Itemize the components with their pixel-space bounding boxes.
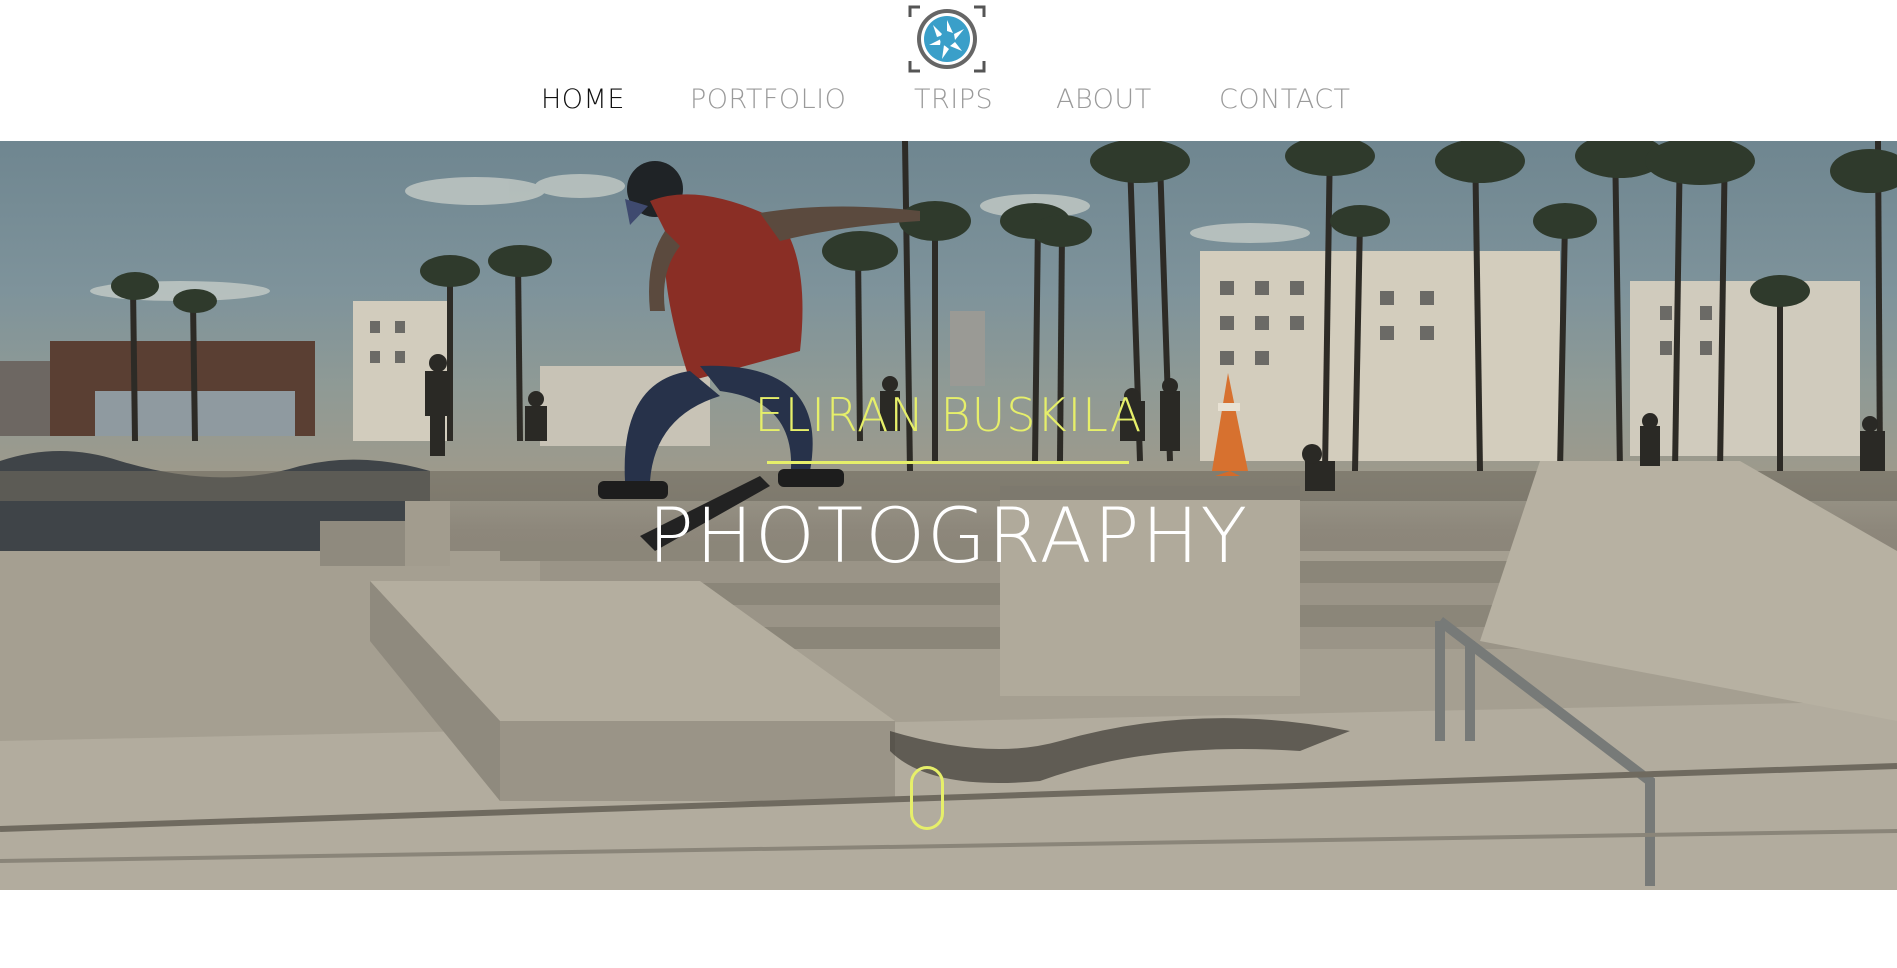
hero-title-subtitle: PHOTOGRAPHY xyxy=(647,491,1250,580)
camera-aperture-icon[interactable] xyxy=(906,3,988,75)
nav-item-home[interactable]: HOME xyxy=(541,84,625,115)
mouse-scroll-icon[interactable] xyxy=(910,766,944,830)
hero-title-divider xyxy=(767,461,1129,464)
hero-title-name: ELIRAN BUSKILA xyxy=(754,388,1143,442)
site-header: HOME PORTFOLIO TRIPS ABOUT CONTACT xyxy=(0,0,1897,141)
main-nav: HOME PORTFOLIO TRIPS ABOUT CONTACT xyxy=(0,84,1897,124)
hero-banner: ELIRAN BUSKILA PHOTOGRAPHY xyxy=(0,141,1897,890)
nav-item-trips[interactable]: TRIPS xyxy=(914,84,993,115)
nav-item-portfolio[interactable]: PORTFOLIO xyxy=(690,84,846,115)
nav-item-about[interactable]: ABOUT xyxy=(1056,84,1152,115)
nav-item-contact[interactable]: CONTACT xyxy=(1219,84,1351,115)
